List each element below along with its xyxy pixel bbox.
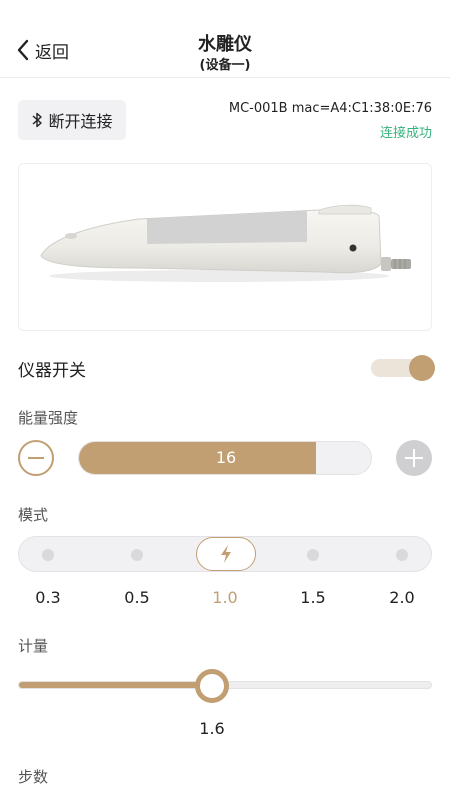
power-toggle[interactable] (371, 355, 435, 381)
decrease-energy-button[interactable] (18, 440, 54, 476)
steps-label: 步数 (18, 768, 49, 786)
lightning-icon (221, 545, 231, 563)
device-pen-image (40, 204, 411, 282)
device-image-card (18, 163, 432, 331)
device-id-text: MC-001B mac=A4:C1:38:0E:76 (228, 101, 432, 116)
power-switch-label: 仪器开关 (18, 361, 86, 381)
mode-dot-0.3[interactable] (42, 549, 54, 561)
mode-label: 模式 (18, 506, 49, 524)
mode-option-label[interactable]: 0.5 (107, 588, 167, 607)
disconnect-label: 断开连接 (48, 112, 113, 131)
mode-dot-2.0[interactable] (396, 549, 408, 561)
energy-slider[interactable]: 16 (78, 441, 372, 475)
meter-label: 计量 (18, 637, 49, 655)
mode-selected-1.0[interactable] (196, 537, 256, 571)
bluetooth-icon (33, 112, 43, 128)
meter-value: 1.6 (199, 719, 225, 738)
mode-option-label-selected[interactable]: 1.0 (195, 588, 255, 607)
connection-status: 连接成功 (379, 126, 432, 141)
page-subtitle: (设备一) (199, 58, 251, 73)
page-title: 水雕仪 (198, 34, 252, 55)
mode-dot-0.5[interactable] (131, 549, 143, 561)
mode-dot-1.5[interactable] (307, 549, 319, 561)
disconnect-button[interactable]: 断开连接 (18, 100, 126, 140)
mode-option-label[interactable]: 1.5 (283, 588, 343, 607)
increase-energy-button[interactable] (396, 440, 432, 476)
energy-label: 能量强度 (18, 409, 79, 427)
minus-icon (28, 457, 44, 459)
energy-value: 16 (215, 448, 237, 467)
meter-slider-fill (19, 682, 213, 688)
mode-option-label[interactable]: 2.0 (372, 588, 432, 607)
toggle-knob (409, 355, 435, 381)
mode-selector[interactable] (18, 536, 432, 572)
meter-slider-thumb[interactable] (195, 669, 229, 703)
navigation-bar: 返回 水雕仪 (设备一) (0, 0, 450, 78)
mode-option-label[interactable]: 0.3 (18, 588, 78, 607)
